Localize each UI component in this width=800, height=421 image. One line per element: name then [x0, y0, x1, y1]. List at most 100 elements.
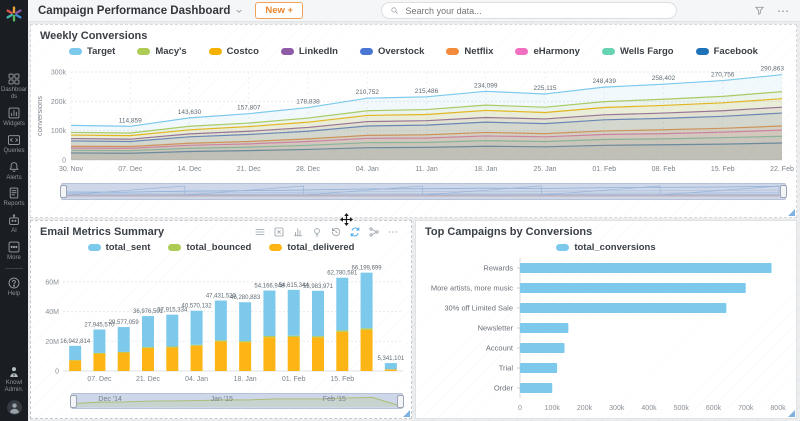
bar-total_sent[interactable] [166, 315, 178, 347]
share-icon[interactable] [368, 226, 380, 238]
legend-item-total-bounced[interactable]: total_bounced [168, 242, 251, 253]
sidebar-item-admin[interactable]: Knowl Admin. [0, 362, 28, 396]
filter-icon[interactable] [754, 5, 765, 16]
bar-total_delivered[interactable] [239, 342, 251, 371]
legend-item-linkedin[interactable]: LinkedIn [281, 46, 338, 57]
bar-total_sent[interactable] [69, 346, 81, 360]
insights-icon[interactable] [311, 226, 323, 238]
bar-total_sent[interactable] [118, 327, 130, 352]
navigator-right-handle[interactable] [397, 395, 404, 408]
bar-total_delivered[interactable] [69, 360, 81, 371]
bar-total_bounced[interactable] [312, 336, 324, 337]
email-chart-navigator[interactable]: Dec '14Jan '15Feb '15 [71, 393, 403, 409]
bar-total_sent[interactable] [93, 329, 105, 352]
more-icon[interactable]: ⋯ [777, 6, 790, 16]
legend-item-target[interactable]: Target [69, 46, 115, 57]
resize-handle[interactable] [788, 410, 795, 417]
user-avatar[interactable] [0, 396, 28, 418]
navigator-right-handle[interactable] [780, 185, 787, 198]
panel-weekly-conversions[interactable]: Weekly Conversions TargetMacy'sCostcoLin… [30, 24, 797, 218]
new-button[interactable]: New + [255, 2, 303, 19]
bar-total_delivered[interactable] [312, 337, 324, 371]
legend-item-netflix[interactable]: Netflix [446, 46, 493, 57]
legend-item-macy-s[interactable]: Macy's [137, 46, 186, 57]
bar-total_sent[interactable] [191, 311, 203, 345]
sidebar-item-dashboards[interactable]: Dashboards [0, 69, 28, 103]
bar-total_bounced[interactable] [191, 345, 203, 346]
legend-item-total-delivered[interactable]: total_delivered [269, 242, 354, 253]
bar-total_bounced[interactable] [239, 341, 251, 342]
refresh-icon[interactable] [349, 226, 361, 238]
email-metrics-chart[interactable]: 020M40M60M16,942,81427,945,57029,577,059… [33, 254, 409, 384]
weekly-chart-navigator[interactable] [61, 183, 786, 200]
bar-total_delivered[interactable] [93, 354, 105, 371]
sidebar-item-alerts[interactable]: Alerts [0, 157, 28, 184]
bar-total_sent[interactable] [215, 301, 227, 341]
bar-total_delivered[interactable] [361, 330, 373, 371]
bar-total_sent[interactable] [336, 278, 348, 331]
bar-total_bounced[interactable] [215, 340, 227, 341]
sidebar-item-more[interactable]: More [0, 237, 28, 264]
bar-newsletter[interactable] [520, 323, 568, 333]
bar-total_delivered[interactable] [288, 337, 300, 371]
panel-top-campaigns[interactable]: Top Campaigns by Conversions total_conve… [415, 220, 797, 419]
legend-item-overstock[interactable]: Overstock [360, 46, 424, 57]
bar-total_bounced[interactable] [166, 346, 178, 347]
bar-total_sent[interactable] [312, 291, 324, 336]
sidebar-item-queries[interactable]: Queries [0, 130, 28, 157]
bar-total_bounced[interactable] [118, 352, 130, 353]
bar-total_delivered[interactable] [336, 332, 348, 371]
chart-type-icon[interactable] [292, 226, 304, 238]
app-logo[interactable] [5, 5, 23, 23]
bar-total_delivered[interactable] [142, 348, 154, 371]
history-icon[interactable] [330, 226, 342, 238]
top-campaigns-chart[interactable]: 0100k200k300k400k500k600k700k800kRewards… [416, 254, 794, 414]
bar-total_bounced[interactable] [361, 328, 373, 329]
bar-total_delivered[interactable] [166, 347, 178, 371]
bar-total_sent[interactable] [142, 316, 154, 347]
bar-total_sent[interactable] [263, 291, 275, 336]
search-box[interactable] [381, 2, 677, 19]
resize-handle[interactable] [403, 410, 410, 417]
bar-30-off-limited-sale[interactable] [520, 303, 726, 313]
legend-item-eharmony[interactable]: eHarmony [515, 46, 579, 57]
bar-order[interactable] [520, 383, 552, 393]
bar-total_delivered[interactable] [118, 353, 130, 371]
bar-total_sent[interactable] [288, 290, 300, 336]
weekly-conversions-chart[interactable]: 30. Nov07. Dec14. Dec21. Dec28. Dec04. J… [33, 58, 794, 176]
legend-item-wells-fargo[interactable]: Wells Fargo [602, 46, 674, 57]
dashboard-title-menu[interactable]: Campaign Performance Dashboard [38, 5, 243, 17]
bar-total_bounced[interactable] [263, 336, 275, 337]
bar-total_sent[interactable] [239, 302, 251, 341]
panel-email-metrics[interactable]: Email Metrics Summary total_senttotal_bo… [30, 220, 412, 419]
more-icon[interactable] [387, 226, 399, 238]
navigator-left-handle[interactable] [60, 185, 67, 198]
legend-item-costco[interactable]: Costco [209, 46, 259, 57]
bar-total_bounced[interactable] [93, 353, 105, 354]
bar-total_bounced[interactable] [142, 347, 154, 348]
export-icon[interactable] [273, 226, 285, 238]
bar-total_delivered[interactable] [385, 369, 397, 371]
bar-total_sent[interactable] [385, 363, 397, 369]
bar-account[interactable] [520, 343, 565, 353]
sidebar-item-help[interactable]: Help [0, 273, 28, 300]
legend-item-facebook[interactable]: Facebook [696, 46, 758, 57]
navigator-left-handle[interactable] [70, 395, 77, 408]
menu-icon[interactable] [254, 226, 266, 238]
bar-total_sent[interactable] [361, 273, 373, 329]
bar-total_delivered[interactable] [263, 337, 275, 371]
search-input[interactable] [404, 5, 668, 17]
legend-item-total-conversions[interactable]: total_conversions [556, 242, 655, 253]
bar-total_bounced[interactable] [336, 330, 348, 331]
bar-total_bounced[interactable] [288, 336, 300, 337]
bar-more-artists-more-music[interactable] [520, 283, 746, 293]
bar-total_delivered[interactable] [215, 341, 227, 371]
sidebar-item-ai[interactable]: AI [0, 210, 28, 237]
sidebar-item-widgets[interactable]: Widgets [0, 103, 28, 130]
bar-rewards[interactable] [520, 263, 772, 273]
resize-handle[interactable] [788, 209, 795, 216]
legend-item-total-sent[interactable]: total_sent [88, 242, 151, 253]
bar-trial[interactable] [520, 363, 557, 373]
bar-total_delivered[interactable] [191, 346, 203, 371]
sidebar-item-reports[interactable]: Reports [0, 183, 28, 210]
